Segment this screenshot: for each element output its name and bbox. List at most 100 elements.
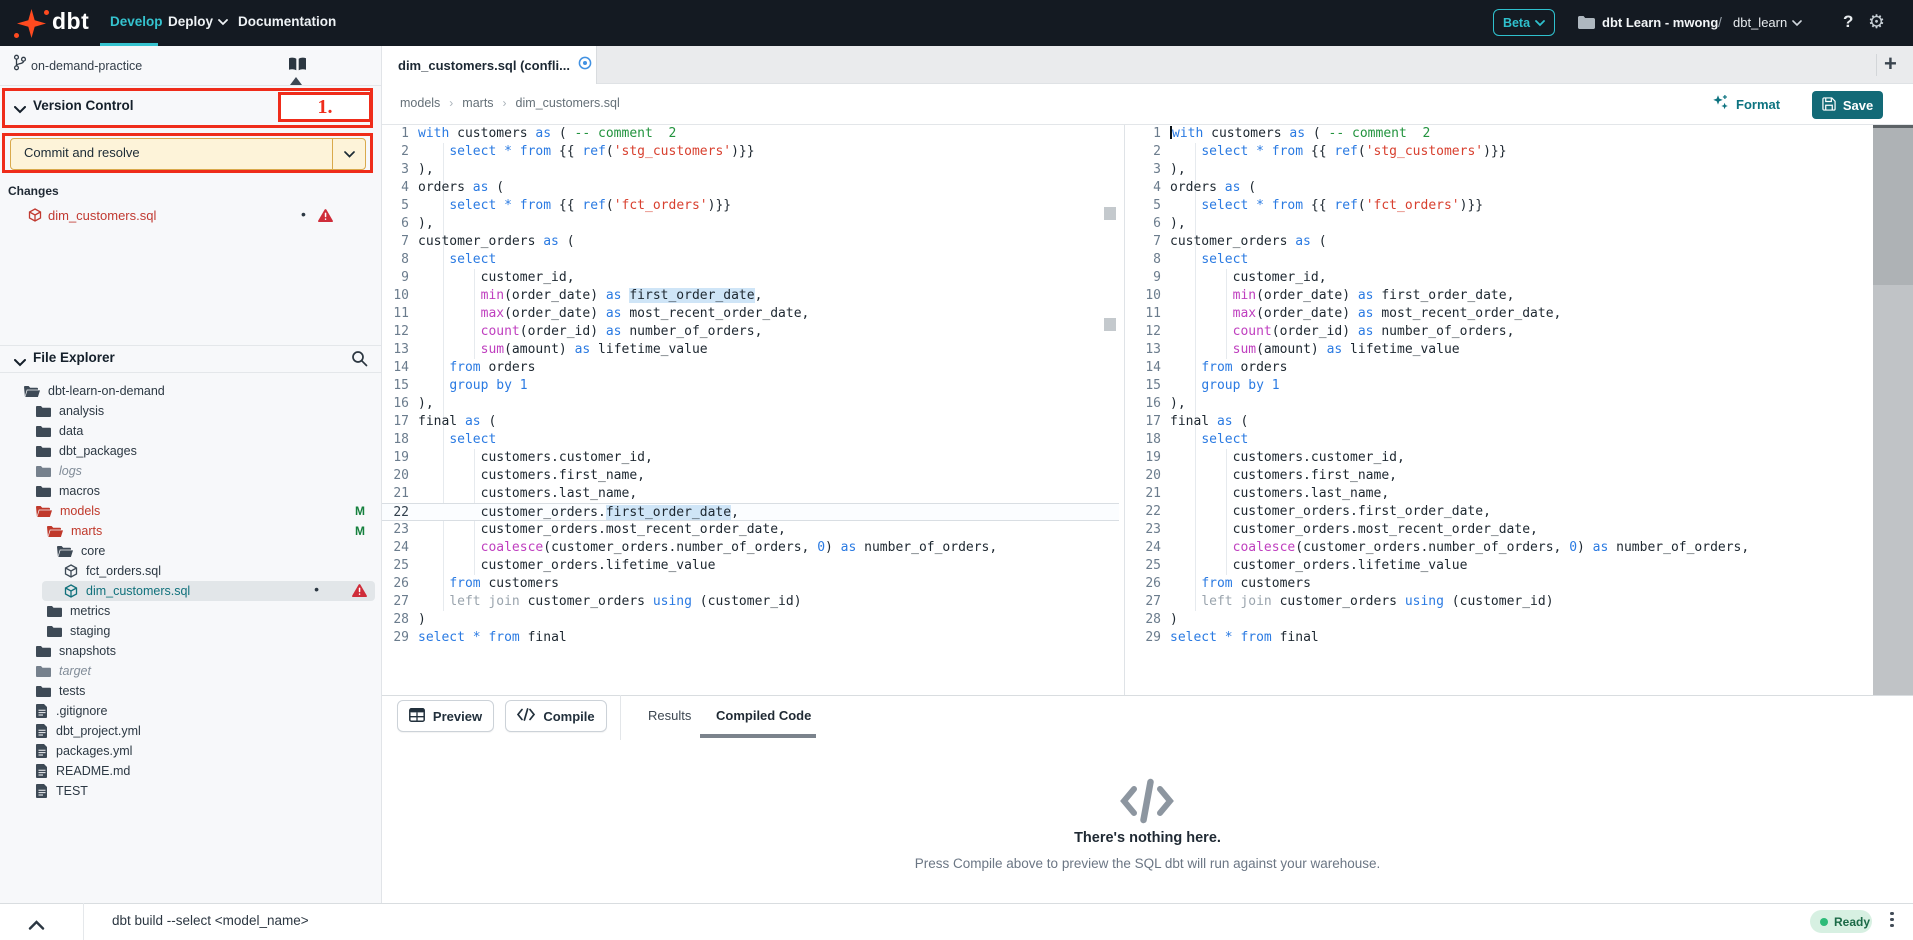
new-tab-button[interactable]: + <box>1884 51 1897 77</box>
divider <box>83 903 84 940</box>
line-number: 16 <box>1134 395 1170 413</box>
ready-status-badge[interactable]: Ready <box>1810 910 1872 933</box>
changed-file-dim_customers.sql[interactable]: dim_customers.sql• <box>0 203 381 229</box>
tree-item-staging[interactable]: staging <box>0 621 381 641</box>
model-icon <box>64 564 78 578</box>
code-editor-left-pane[interactable]: 1with customers as ( -- comment 22 selec… <box>382 125 1119 695</box>
commit-dropdown-toggle[interactable] <box>332 138 366 170</box>
version-control-header[interactable]: Version Control <box>33 98 134 113</box>
kebab-menu-icon[interactable] <box>1890 909 1894 930</box>
code-slash-icon <box>1120 778 1174 829</box>
breadcrumb-item-marts[interactable]: marts <box>462 96 493 110</box>
code-editor-right-pane[interactable]: 1with customers as ( -- comment 22 selec… <box>1134 125 1868 695</box>
tree-item-label: core <box>81 544 105 558</box>
tree-item-label: analysis <box>59 404 104 418</box>
project-name[interactable]: dbt Learn - mwong <box>1602 15 1718 30</box>
line-number: 23 <box>1134 521 1170 539</box>
beta-button[interactable]: Beta <box>1493 9 1555 36</box>
breadcrumb-item-models[interactable]: models <box>400 96 440 110</box>
code-line-14: 14 from orders <box>1134 359 1868 377</box>
folder-icon <box>47 625 62 638</box>
table-icon <box>409 708 425 725</box>
tree-item-marts[interactable]: martsM <box>0 521 381 541</box>
tree-item-dbt_packages[interactable]: dbt_packages <box>0 441 381 461</box>
chevron-down-icon <box>1535 16 1545 30</box>
tree-item-macros[interactable]: macros <box>0 481 381 501</box>
active-tab-underline <box>700 734 816 738</box>
tab-strip <box>382 46 1913 84</box>
line-number: 24 <box>382 539 418 557</box>
line-number: 29 <box>1134 629 1170 647</box>
line-number: 24 <box>1134 539 1170 557</box>
tree-item-label: fct_orders.sql <box>86 564 161 578</box>
save-button[interactable]: Save <box>1812 91 1883 119</box>
tree-item-analysis[interactable]: analysis <box>0 401 381 421</box>
tree-item-README.md[interactable]: README.md <box>0 761 381 781</box>
docs-book-icon[interactable] <box>288 57 307 77</box>
results-tab[interactable]: Results <box>648 708 691 723</box>
format-button[interactable]: Format <box>1712 94 1780 114</box>
breadcrumb[interactable]: models›marts›dim_customers.sql <box>400 96 620 110</box>
code-line-20: 20 customers.first_name, <box>1134 467 1868 485</box>
dbt-logo-icon[interactable] <box>17 9 46 38</box>
code-line-13: 13 sum(amount) as lifetime_value <box>382 341 1119 359</box>
line-number: 7 <box>1134 233 1170 251</box>
tree-item-core[interactable]: core <box>0 541 381 561</box>
line-number: 17 <box>382 413 418 431</box>
file-icon <box>36 704 48 718</box>
tree-item-dbt-learn-on-demand[interactable]: dbt-learn-on-demand <box>0 381 381 401</box>
preview-button[interactable]: Preview <box>397 700 494 732</box>
search-icon[interactable] <box>351 350 368 372</box>
tree-item-snapshots[interactable]: snapshots <box>0 641 381 661</box>
tree-item-fct_orders.sql[interactable]: fct_orders.sql <box>0 561 381 581</box>
tree-item-logs[interactable]: logs <box>0 461 381 481</box>
tree-item-dbt_project.yml[interactable]: dbt_project.yml <box>0 721 381 741</box>
tree-item-TEST[interactable]: TEST <box>0 781 381 801</box>
code-line-22: 22 customer_orders.first_order_date, <box>1134 503 1868 521</box>
unsaved-dot-icon <box>578 56 592 75</box>
line-number: 13 <box>1134 341 1170 359</box>
changes-list: dim_customers.sql• <box>0 203 381 229</box>
code-line-8: 8 select <box>382 251 1119 269</box>
tree-item-dim_customers.sql[interactable]: dim_customers.sql• <box>0 581 381 601</box>
code-line-28: 28) <box>1134 611 1868 629</box>
line-number: 10 <box>1134 287 1170 305</box>
divider <box>0 372 381 373</box>
folder-icon <box>36 685 51 698</box>
nav-documentation[interactable]: Documentation <box>238 14 336 29</box>
gear-icon[interactable]: ⚙ <box>1868 11 1885 34</box>
tree-item-packages.yml[interactable]: packages.yml <box>0 741 381 761</box>
tree-item-label: .gitignore <box>56 704 107 718</box>
command-input[interactable]: dbt build --select <model_name> <box>112 913 309 928</box>
editor-scrollbar-thumb[interactable] <box>1873 125 1913 285</box>
chevron-up-icon[interactable] <box>28 917 45 935</box>
tree-item-target[interactable]: target <box>0 661 381 681</box>
tree-item-label: README.md <box>56 764 130 778</box>
code-line-6: 6), <box>1134 215 1868 233</box>
nav-develop[interactable]: Develop <box>110 14 163 29</box>
compile-button[interactable]: Compile <box>505 700 607 732</box>
tree-item-models[interactable]: modelsM <box>0 501 381 521</box>
tree-item-.gitignore[interactable]: .gitignore <box>0 701 381 721</box>
environment-selector[interactable]: dbt_learn <box>1733 15 1802 30</box>
tree-item-metrics[interactable]: metrics <box>0 601 381 621</box>
code-line-27: 27 left join customer_orders using (cust… <box>1134 593 1868 611</box>
file-explorer-header[interactable]: File Explorer <box>33 350 115 365</box>
tab-dim-customers[interactable]: dim_customers.sql (confli... <box>382 46 597 84</box>
tree-item-tests[interactable]: tests <box>0 681 381 701</box>
help-icon[interactable]: ? <box>1843 12 1853 32</box>
scrollbar-mark[interactable] <box>1104 318 1116 331</box>
line-number: 22 <box>1134 503 1170 521</box>
tree-item-data[interactable]: data <box>0 421 381 441</box>
save-label: Save <box>1843 98 1873 113</box>
branch-name[interactable]: on-demand-practice <box>31 59 142 73</box>
breadcrumb-item-dim_customers.sql[interactable]: dim_customers.sql <box>516 96 620 110</box>
commit-button-label: Commit and resolve <box>24 145 140 160</box>
code-line-25: 25 customer_orders.lifetime_value <box>382 557 1119 575</box>
preview-label: Preview <box>433 709 482 724</box>
compiled-code-tab[interactable]: Compiled Code <box>716 708 811 723</box>
scrollbar-mark[interactable] <box>1104 207 1116 220</box>
nav-deploy[interactable]: Deploy <box>168 14 228 29</box>
dbt-logo-text[interactable]: dbt <box>52 8 89 35</box>
code-line-15: 15 group by 1 <box>382 377 1119 395</box>
